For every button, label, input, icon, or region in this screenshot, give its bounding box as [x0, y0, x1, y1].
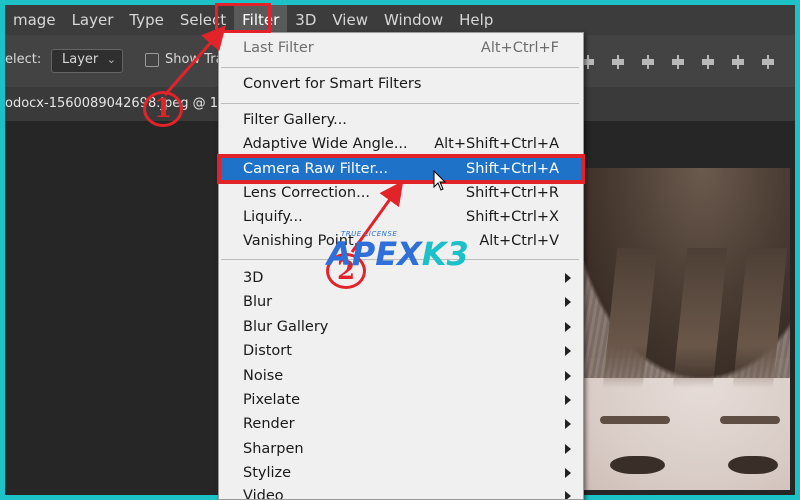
- menu-item-label: 3D: [243, 270, 264, 286]
- submenu-arrow-icon: [565, 491, 571, 499]
- step-1-badge: 1: [143, 91, 183, 127]
- auto-select-value: Layer: [62, 52, 99, 67]
- menu-view[interactable]: View: [324, 5, 376, 35]
- show-transform-label: Show Tra: [165, 52, 224, 67]
- submenu-arrow-icon: [565, 468, 571, 478]
- menu-item-shortcut: Alt+Shift+Ctrl+A: [434, 136, 559, 152]
- menu-item-shortcut: Shift+Ctrl+R: [465, 185, 559, 201]
- chevron-down-icon: ⌄: [106, 53, 116, 66]
- auto-select-label: elect:: [5, 52, 42, 67]
- submenu-arrow-icon: [565, 322, 571, 332]
- menu-item-label: Noise: [243, 368, 284, 384]
- mouse-cursor-icon: [433, 170, 447, 191]
- menu-item-convert-smart-filters[interactable]: Convert for Smart Filters: [219, 73, 583, 97]
- menu-item-last-filter[interactable]: Last Filter Alt+Ctrl+F: [219, 37, 583, 61]
- menu-item-label: Video: [243, 488, 284, 500]
- menu-help[interactable]: Help: [451, 5, 501, 35]
- menu-item-filter-gallery[interactable]: Filter Gallery...: [219, 109, 583, 133]
- submenu-arrow-icon: [565, 444, 571, 454]
- align-icon[interactable]: [700, 55, 716, 69]
- show-transform-checkbox[interactable]: [145, 53, 159, 67]
- watermark-brand-b: K3: [421, 235, 469, 273]
- align-icon[interactable]: [730, 55, 746, 69]
- align-icon[interactable]: [760, 55, 776, 69]
- menu-bar: mage Layer Type Select Filter 3D View Wi…: [5, 5, 795, 35]
- submenu-arrow-icon: [565, 346, 571, 356]
- menu-item-shortcut: Alt+Ctrl+V: [479, 233, 559, 249]
- menu-item-label: Adaptive Wide Angle...: [243, 136, 408, 152]
- portrait-photo: [570, 168, 790, 490]
- menu-item-liquify[interactable]: Liquify... Shift+Ctrl+X: [219, 206, 583, 230]
- photo-eye: [728, 456, 778, 474]
- photo-eye: [610, 456, 665, 474]
- document-tab[interactable]: odocx-1560089042698.jpeg @ 10: [5, 87, 226, 121]
- menu-item-label: Stylize: [243, 465, 292, 481]
- menu-item-label: Distort: [243, 343, 292, 359]
- menu-item-render[interactable]: Render: [219, 413, 583, 437]
- menu-item-label: Blur: [243, 294, 273, 310]
- watermark-brand-a: APEX: [327, 235, 422, 273]
- menu-item-label: Sharpen: [243, 441, 304, 457]
- submenu-arrow-icon: [565, 371, 571, 381]
- menu-item-pixelate[interactable]: Pixelate: [219, 389, 583, 413]
- menu-window[interactable]: Window: [376, 5, 451, 35]
- menu-item-shortcut: Alt+Ctrl+F: [480, 40, 559, 56]
- align-icon[interactable]: [670, 55, 686, 69]
- watermark-logo: TRUE LICENSE APEXK3: [327, 230, 469, 280]
- submenu-arrow-icon: [565, 273, 571, 283]
- menu-item-label: Last Filter: [243, 40, 314, 56]
- menu-item-label: Liquify...: [243, 209, 303, 225]
- annotation-box-camera-raw: [217, 154, 585, 184]
- photo-brow: [600, 416, 670, 424]
- menu-item-label: Filter Gallery...: [243, 112, 347, 128]
- menu-item-noise[interactable]: Noise: [219, 365, 583, 389]
- menu-item-label: Convert for Smart Filters: [243, 76, 422, 92]
- submenu-arrow-icon: [565, 297, 571, 307]
- menu-type[interactable]: Type: [121, 5, 171, 35]
- menu-item-label: Blur Gallery: [243, 319, 329, 335]
- menu-item-stylize[interactable]: Stylize: [219, 462, 583, 486]
- submenu-arrow-icon: [565, 419, 571, 429]
- menu-item-blur[interactable]: Blur: [219, 291, 583, 315]
- auto-select-dropdown[interactable]: Layer ⌄: [51, 49, 123, 73]
- align-icon[interactable]: [640, 55, 656, 69]
- annotation-box-filter-menu: [215, 3, 271, 33]
- menu-image[interactable]: mage: [5, 5, 64, 35]
- photo-brow: [720, 416, 780, 424]
- menu-item-sharpen[interactable]: Sharpen: [219, 438, 583, 462]
- menu-item-blur-gallery[interactable]: Blur Gallery: [219, 316, 583, 340]
- menu-layer[interactable]: Layer: [64, 5, 122, 35]
- menu-separator: [221, 67, 579, 68]
- align-icons-group: [580, 55, 776, 69]
- align-icon[interactable]: [610, 55, 626, 69]
- menu-item-label: Pixelate: [243, 392, 301, 408]
- menu-item-label: Lens Correction...: [243, 185, 370, 201]
- menu-separator: [221, 103, 579, 104]
- submenu-arrow-icon: [565, 395, 571, 405]
- watermark-brand: APEXK3: [327, 235, 469, 273]
- menu-item-label: Render: [243, 416, 295, 432]
- menu-item-distort[interactable]: Distort: [219, 340, 583, 364]
- menu-item-shortcut: Shift+Ctrl+X: [466, 209, 559, 225]
- menu-item-lens-correction[interactable]: Lens Correction... Shift+Ctrl+R: [219, 182, 583, 206]
- menu-3d[interactable]: 3D: [287, 5, 324, 35]
- menu-item-video[interactable]: Video: [219, 485, 583, 500]
